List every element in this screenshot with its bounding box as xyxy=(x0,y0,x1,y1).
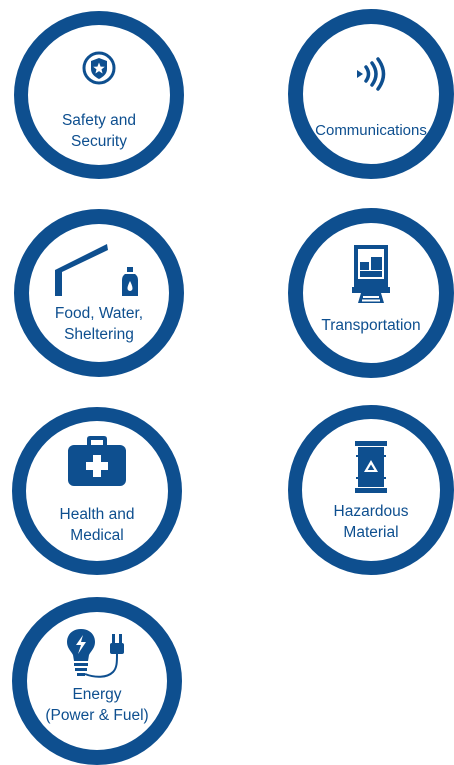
lightbulb-plug-icon xyxy=(65,628,129,680)
hazmat-barrel-icon xyxy=(353,441,389,493)
lifeline-label: Safety and Security xyxy=(61,112,137,150)
truck-icon xyxy=(349,245,393,305)
signal-waves-icon xyxy=(351,54,391,94)
lifeline-label: Transportation xyxy=(321,317,421,334)
lifeline-label: Hazardous Material xyxy=(333,503,409,541)
lifeline-food-water-sheltering: Food, Water, Sheltering xyxy=(14,209,184,377)
police-badge-icon xyxy=(82,51,116,85)
lifeline-label: Health and Medical xyxy=(59,506,135,544)
lifeline-communications: Communications xyxy=(288,9,454,179)
lifeline-health-medical: Health and Medical xyxy=(12,407,182,575)
shelter-bottle-icon xyxy=(51,240,147,300)
lifeline-safety-security: Safety and Security xyxy=(14,11,184,179)
lifeline-label: Energy (Power & Fuel) xyxy=(45,686,149,724)
lifeline-transportation: Transportation xyxy=(288,208,454,378)
lifeline-label: Food, Water, Sheltering xyxy=(54,305,144,343)
lifeline-energy: Energy (Power & Fuel) xyxy=(12,597,182,765)
lifeline-hazardous-material: Hazardous Material xyxy=(288,405,454,575)
lifeline-label: Communications xyxy=(315,122,427,139)
medical-kit-icon xyxy=(67,435,127,487)
